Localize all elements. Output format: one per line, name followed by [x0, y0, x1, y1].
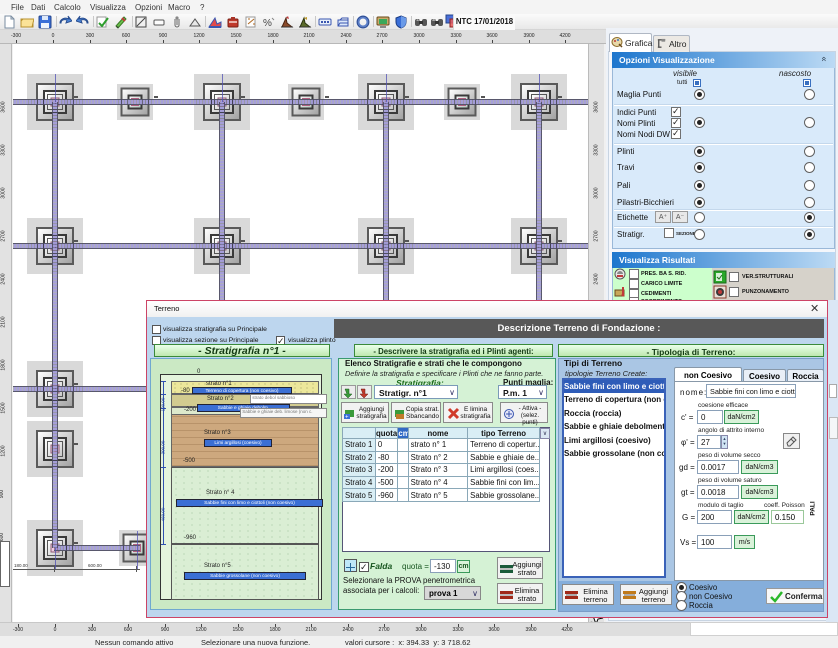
svg-text:3D: 3D [432, 17, 437, 22]
svg-text:12: 12 [416, 17, 421, 22]
svg-text:%: % [263, 18, 272, 29]
svg-text:+: + [345, 415, 349, 421]
